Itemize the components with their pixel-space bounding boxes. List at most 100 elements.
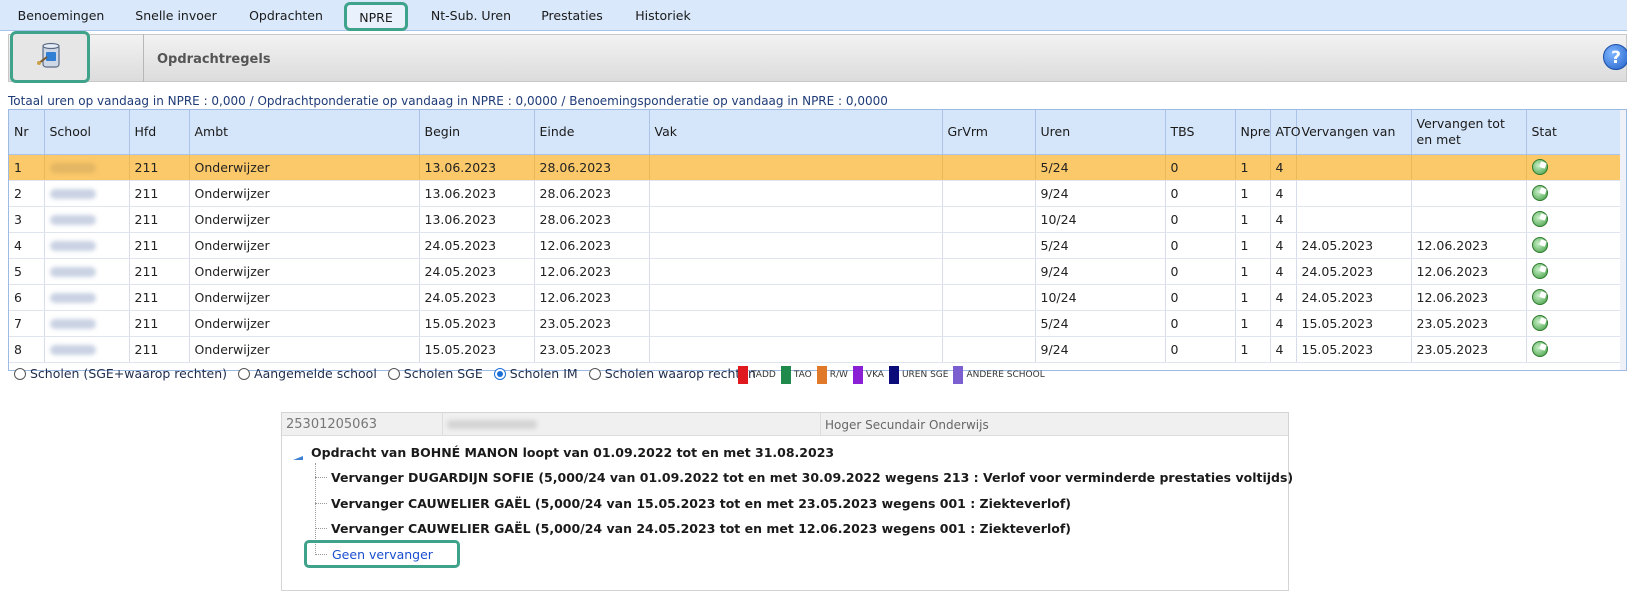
table-row[interactable]: 6 211 Onderwijzer 24.05.2023 12.06.2023 10/24… bbox=[9, 284, 1626, 311]
school-filter-group: Scholen (SGE+waarop rechten) Aangemelde … bbox=[14, 366, 767, 381]
radio-circle[interactable] bbox=[14, 367, 26, 380]
tab-opdrachten[interactable]: Opdrachten bbox=[240, 0, 332, 31]
cell-school bbox=[44, 180, 130, 207]
cell-npre: 1 bbox=[1235, 180, 1271, 207]
tab-npre[interactable]: NPRE bbox=[344, 2, 408, 31]
cell-begin: 13.06.2023 bbox=[419, 206, 535, 233]
table-row[interactable]: 8 211 Onderwijzer 15.05.2023 23.05.2023 9/24 0… bbox=[9, 336, 1626, 363]
database-icon bbox=[35, 41, 65, 74]
column-header-nr[interactable]: Nr bbox=[9, 110, 45, 155]
cell-vak bbox=[649, 232, 943, 259]
school-redacted bbox=[49, 293, 96, 303]
tab-historiek[interactable]: Historiek bbox=[628, 0, 698, 31]
cell-einde: 23.05.2023 bbox=[534, 336, 650, 363]
tree-node-replacement[interactable]: Vervanger CAUWELIER GAËL (5,000/24 van 1… bbox=[331, 496, 1071, 511]
column-header-ato[interactable]: ATO bbox=[1270, 110, 1301, 155]
column-header-begin[interactable]: Begin bbox=[419, 110, 535, 155]
column-header-vervangen-van[interactable]: Vervangen van bbox=[1296, 110, 1412, 155]
status-icon[interactable] bbox=[1531, 263, 1548, 280]
assignment-lines-table: Nr School Hfd Ambt Begin Einde Vak GrVrm… bbox=[8, 109, 1627, 371]
status-icon[interactable] bbox=[1531, 159, 1548, 176]
radio-scholen-sge-rechten[interactable]: Scholen (SGE+waarop rechten) bbox=[14, 366, 227, 381]
no-replacement-link[interactable]: Geen vervanger bbox=[304, 540, 460, 568]
cell-nr: 3 bbox=[9, 206, 45, 233]
column-header-stat[interactable]: Stat bbox=[1526, 110, 1626, 155]
column-header-vervangen-tot[interactable]: Vervangen tot en met bbox=[1411, 110, 1527, 155]
cell-vervangen-van: 24.05.2023 bbox=[1296, 232, 1412, 259]
cell-vervangen-van: 24.05.2023 bbox=[1296, 284, 1412, 311]
table-scrollbar[interactable] bbox=[1620, 110, 1626, 370]
tab-nt-sub-uren[interactable]: Nt-Sub. Uren bbox=[421, 0, 521, 31]
radio-circle[interactable] bbox=[493, 367, 506, 380]
cell-hfd: 211 bbox=[129, 336, 190, 363]
cell-tbs: 0 bbox=[1165, 336, 1236, 363]
column-header-vak[interactable]: Vak bbox=[649, 110, 943, 155]
radio-circle[interactable] bbox=[238, 367, 251, 380]
legend-item-tadd: TADD bbox=[738, 366, 776, 384]
toolbar-action-button[interactable] bbox=[10, 31, 90, 83]
cell-vak bbox=[649, 206, 943, 233]
legend-label: TADD bbox=[751, 370, 776, 380]
cell-vervangen-tot: 12.06.2023 bbox=[1411, 232, 1527, 259]
table-row[interactable]: 5 211 Onderwijzer 24.05.2023 12.06.2023 9/24 0… bbox=[9, 258, 1626, 285]
cell-stat bbox=[1526, 154, 1626, 181]
cell-uren: 5/24 bbox=[1035, 310, 1166, 337]
cell-grvrm bbox=[942, 180, 1036, 207]
status-icon[interactable] bbox=[1531, 237, 1548, 254]
radio-circle[interactable] bbox=[387, 367, 400, 380]
collapse-icon[interactable] bbox=[292, 450, 304, 460]
cell-ambt: Onderwijzer bbox=[189, 336, 420, 363]
table-row[interactable]: 7 211 Onderwijzer 15.05.2023 23.05.2023 5/24 0… bbox=[9, 310, 1626, 337]
school-redacted bbox=[49, 267, 96, 277]
column-header-einde[interactable]: Einde bbox=[534, 110, 650, 155]
cell-hfd: 211 bbox=[129, 154, 190, 181]
status-icon[interactable] bbox=[1531, 315, 1548, 332]
cell-npre: 1 bbox=[1235, 258, 1271, 285]
cell-nr: 6 bbox=[9, 284, 45, 311]
tab-bar: Benoemingen Snelle invoer Opdrachten NPR… bbox=[0, 0, 1627, 31]
column-header-grvrm[interactable]: GrVrm bbox=[942, 110, 1036, 155]
legend-swatch bbox=[738, 366, 748, 384]
radio-aangemelde-school[interactable]: Aangemelde school bbox=[238, 366, 377, 381]
cell-hfd: 211 bbox=[129, 180, 190, 207]
school-redacted bbox=[49, 163, 96, 173]
cell-npre: 1 bbox=[1235, 154, 1271, 181]
table-row[interactable]: 2 211 Onderwijzer 13.06.2023 28.06.2023 9/24 0… bbox=[9, 180, 1626, 207]
cell-ambt: Onderwijzer bbox=[189, 232, 420, 259]
column-header-hfd[interactable]: Hfd bbox=[129, 110, 190, 155]
tab-benoemingen[interactable]: Benoemingen bbox=[12, 0, 110, 31]
cell-grvrm bbox=[942, 258, 1036, 285]
tab-snelle-invoer[interactable]: Snelle invoer bbox=[126, 0, 226, 31]
legend-label: TAO bbox=[793, 370, 812, 380]
cell-vak bbox=[649, 284, 943, 311]
status-icon[interactable] bbox=[1531, 185, 1548, 202]
tree-node-replacement[interactable]: Vervanger CAUWELIER GAËL (5,000/24 van 2… bbox=[331, 521, 1071, 536]
tree-node-replacement[interactable]: Vervanger DUGARDIJN SOFIE (5,000/24 van … bbox=[331, 470, 1293, 485]
column-header-npre[interactable]: Npre bbox=[1235, 110, 1271, 155]
cell-ambt: Onderwijzer bbox=[189, 206, 420, 233]
column-header-ambt[interactable]: Ambt bbox=[189, 110, 420, 155]
column-header-uren[interactable]: Uren bbox=[1035, 110, 1166, 155]
radio-scholen-sge[interactable]: Scholen SGE bbox=[387, 366, 483, 381]
radio-scholen-waarop-rechten[interactable]: Scholen waarop rechten bbox=[588, 366, 756, 381]
help-icon[interactable]: ? bbox=[1603, 44, 1627, 70]
radio-circle[interactable] bbox=[588, 367, 601, 380]
radio-scholen-im[interactable]: Scholen IM bbox=[493, 366, 578, 381]
cell-ambt: Onderwijzer bbox=[189, 284, 420, 311]
tab-prestaties[interactable]: Prestaties bbox=[535, 0, 609, 31]
table-row[interactable]: 4 211 Onderwijzer 24.05.2023 12.06.2023 5/24 0… bbox=[9, 232, 1626, 259]
status-icon[interactable] bbox=[1531, 211, 1548, 228]
cell-vervangen-tot: 12.06.2023 bbox=[1411, 284, 1527, 311]
table-row[interactable]: 1 211 Onderwijzer 13.06.2023 28.06.2023 5/24 0… bbox=[9, 154, 1626, 181]
cell-vervangen-van bbox=[1296, 180, 1412, 207]
table-row[interactable]: 3 211 Onderwijzer 13.06.2023 28.06.2023 10/24… bbox=[9, 206, 1626, 233]
cell-nr: 5 bbox=[9, 258, 45, 285]
legend-swatch bbox=[780, 366, 791, 384]
column-header-school[interactable]: School bbox=[44, 110, 130, 155]
status-icon[interactable] bbox=[1531, 289, 1548, 306]
status-icon[interactable] bbox=[1531, 341, 1548, 358]
tree-node-assignment[interactable]: Opdracht van BOHNÉ MANON loopt van 01.09… bbox=[311, 445, 834, 460]
column-header-tbs[interactable]: TBS bbox=[1165, 110, 1236, 155]
cell-vervangen-van bbox=[1296, 154, 1412, 181]
cell-grvrm bbox=[942, 336, 1036, 363]
